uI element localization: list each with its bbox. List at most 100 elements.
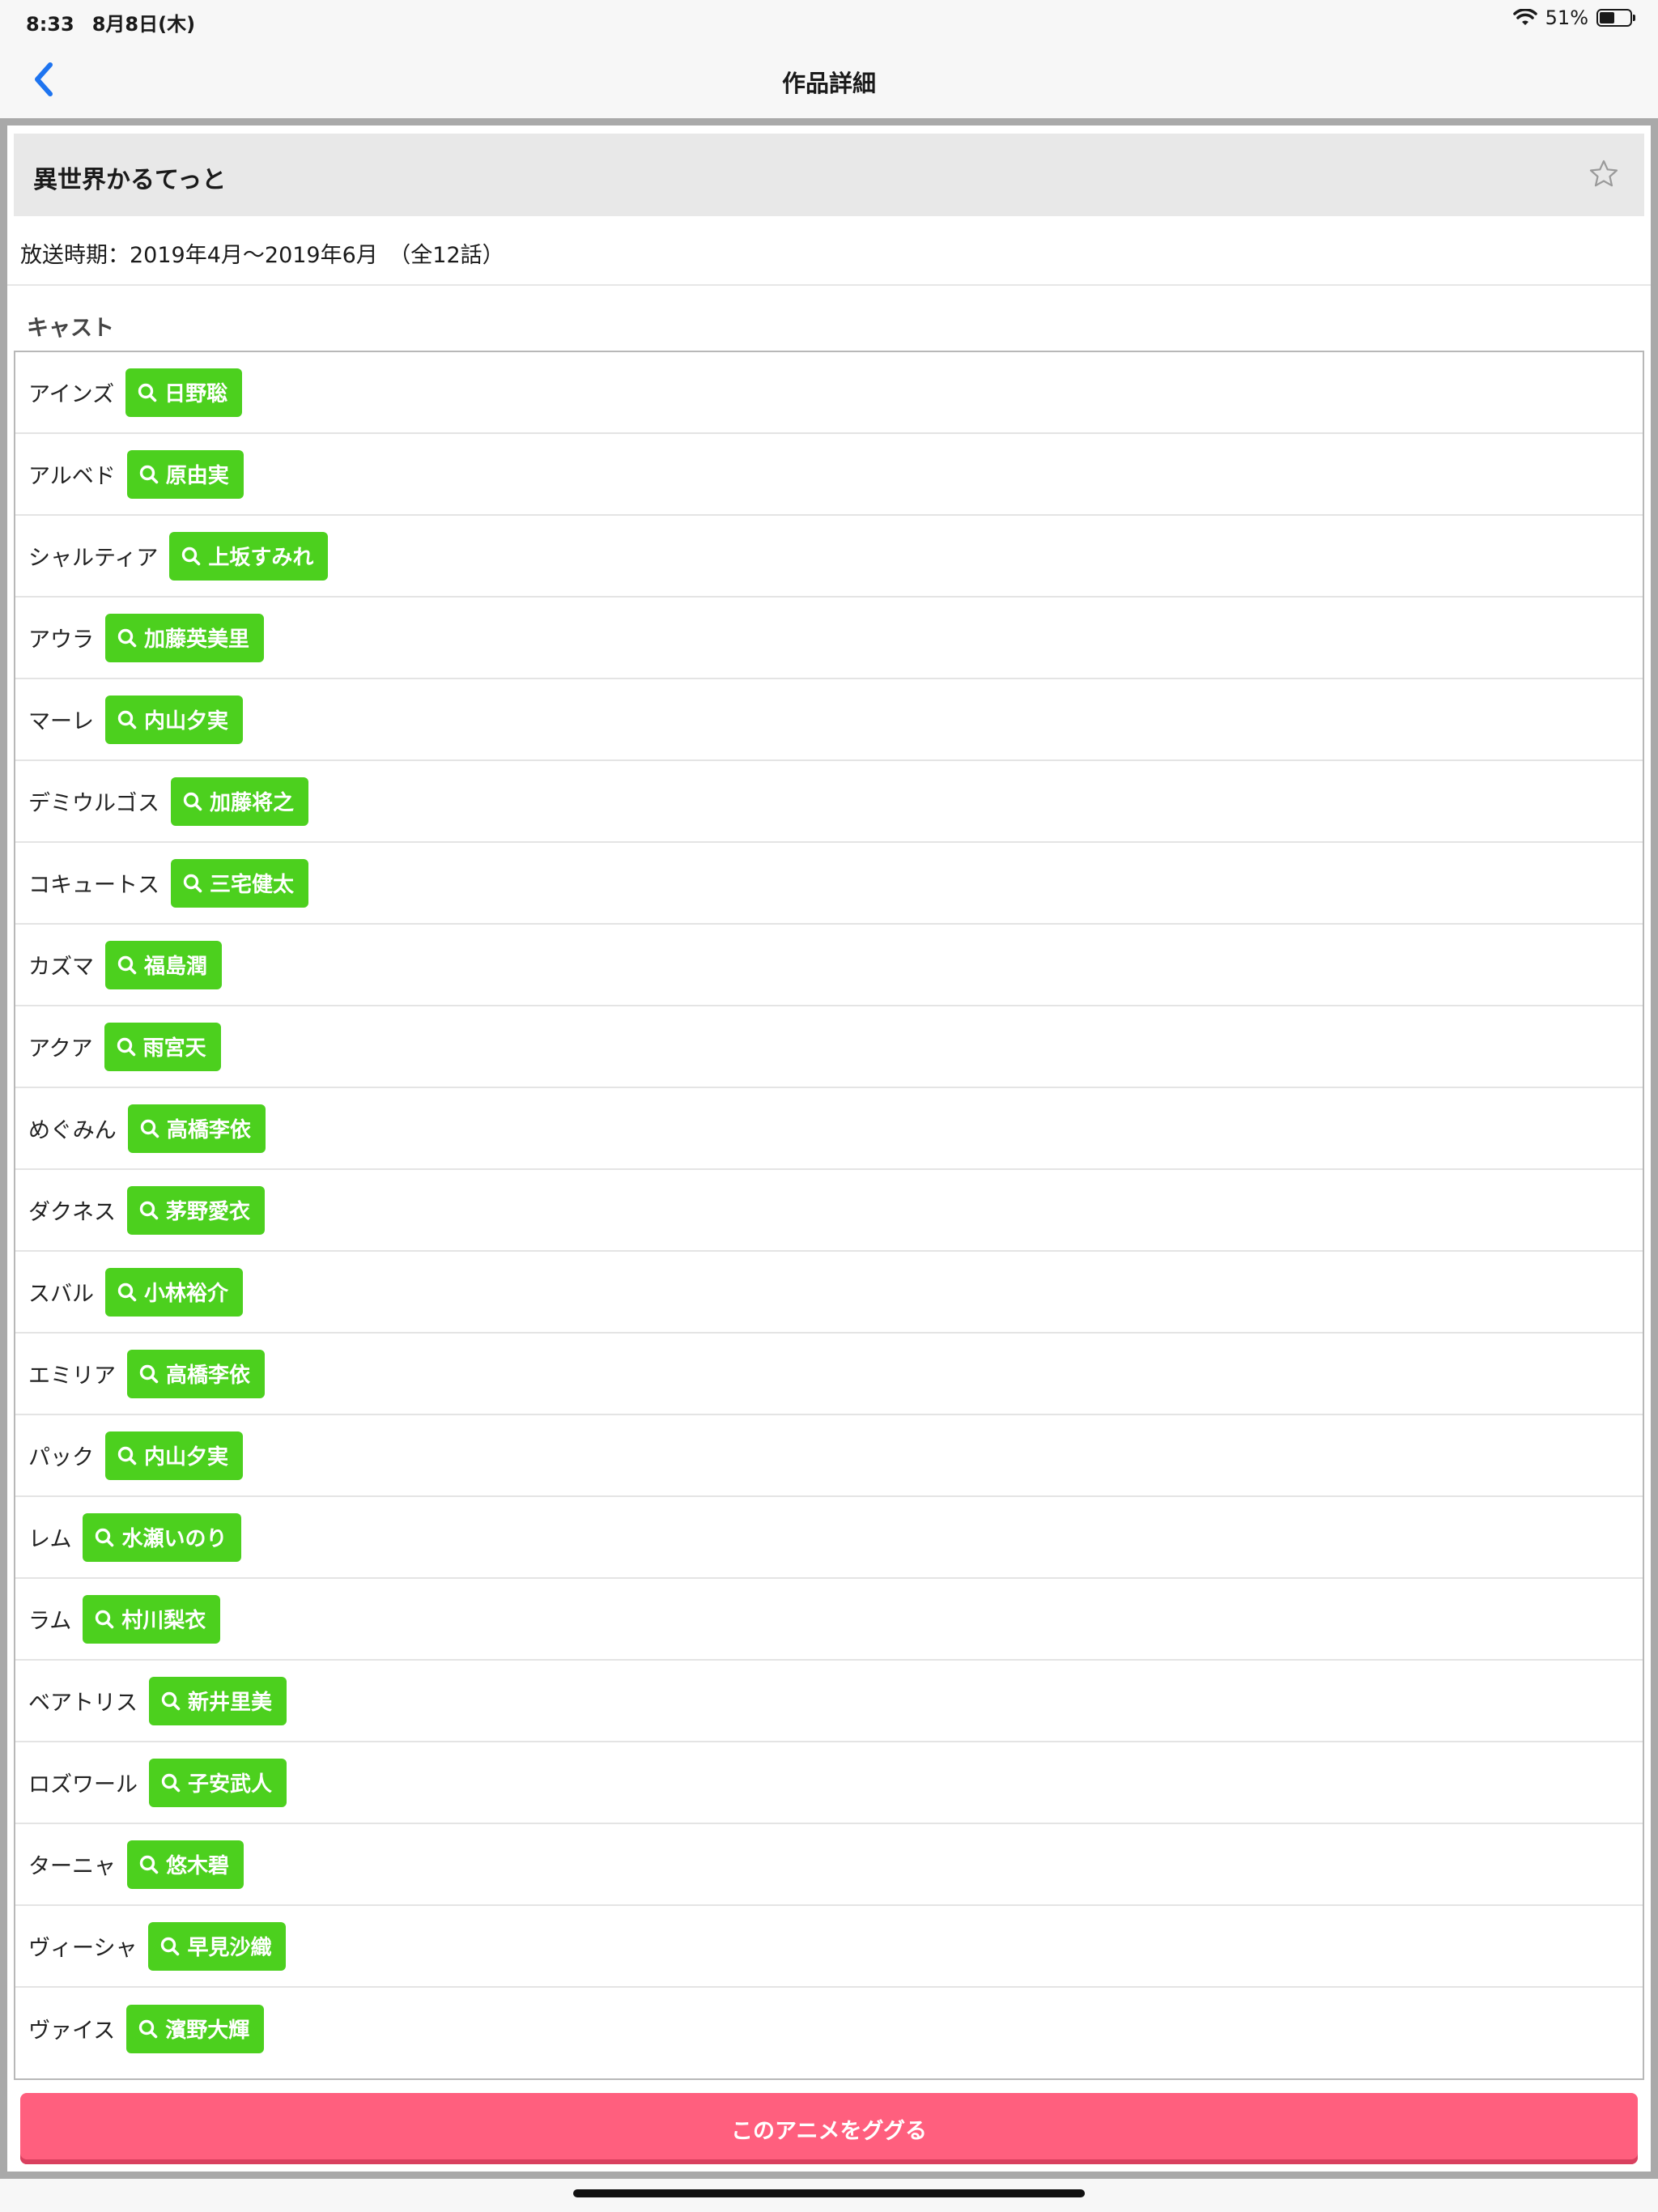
character-name: ヴァイス (28, 2018, 116, 2044)
search-icon (117, 1283, 137, 1301)
character-name: パック (28, 1445, 94, 1470)
character-name: ターニャ (28, 1854, 116, 1879)
character-name: ダクネス (28, 1200, 116, 1225)
broadcast-period: 放送時期：2019年4月〜2019年6月 （全12話） (20, 243, 504, 268)
voice-actor-name: 上坂すみれ (208, 546, 314, 570)
voice-actor-name: 高橋李依 (166, 1363, 251, 1388)
voice-actor-search-button[interactable]: 村川梨衣 (83, 1594, 221, 1644)
voice-actor-search-button[interactable]: 新井里美 (149, 1676, 287, 1725)
page-title: 作品詳細 (781, 70, 876, 97)
cast-row: コキュートス 三宅健太 (15, 843, 1643, 925)
cast-row: めぐみん 高橋李依 (15, 1088, 1643, 1170)
character-name: アウラ (28, 627, 94, 653)
cast-row: ターニャ 悠木碧 (15, 1824, 1643, 1906)
character-name: カズマ (28, 955, 94, 980)
cast-row: ベアトリス 新井里美 (15, 1661, 1643, 1742)
search-icon (140, 1119, 159, 1138)
voice-actor-search-button[interactable]: 加藤英美里 (105, 613, 265, 662)
voice-actor-search-button[interactable]: 高橋李依 (127, 1349, 266, 1398)
cast-row: アルベド 原由実 (15, 434, 1643, 516)
voice-actor-search-button[interactable]: 加藤将之 (171, 776, 309, 826)
status-date: 8月8日(木) (91, 13, 196, 36)
character-name: ヴィーシャ (28, 1936, 138, 1961)
home-indicator[interactable] (573, 2189, 1085, 2197)
cast-row: アインズ 日野聡 (15, 352, 1643, 434)
cast-list: アインズ 日野聡 アルベド 原由実 シャルティア 上坂すみれ アウラ 加藤英美里 マーレ 内山夕実… (14, 351, 1644, 2080)
voice-actor-name: 新井里美 (188, 1691, 273, 1715)
voice-actor-search-button[interactable]: 三宅健太 (171, 858, 309, 908)
battery-percent: 51% (1545, 6, 1588, 29)
battery-icon (1596, 9, 1635, 27)
cast-row: デミウルゴス 加藤将之 (15, 761, 1643, 843)
voice-actor-search-button[interactable]: 内山夕実 (105, 1431, 244, 1480)
search-icon (161, 1773, 181, 1792)
voice-actor-name: 濱野大輝 (165, 2018, 250, 2043)
search-icon (161, 1937, 180, 1955)
character-name: ベアトリス (28, 1691, 138, 1716)
search-icon (117, 1446, 137, 1465)
character-name: レム (28, 1527, 72, 1552)
voice-actor-name: 原由実 (165, 464, 229, 488)
voice-actor-search-button[interactable]: 小林裕介 (105, 1267, 244, 1317)
voice-actor-search-button[interactable]: 日野聡 (125, 368, 243, 417)
favorite-button[interactable] (1588, 158, 1620, 190)
cast-row: レム 水瀬いのり (15, 1497, 1643, 1579)
cast-row: シャルティア 上坂すみれ (15, 516, 1643, 598)
search-icon (139, 1201, 159, 1219)
voice-actor-search-button[interactable]: 雨宮天 (104, 1022, 221, 1071)
character-name: アクア (28, 1036, 93, 1061)
status-clock: 8:33 (26, 13, 74, 36)
voice-actor-name: 三宅健太 (210, 873, 295, 897)
voice-actor-search-button[interactable]: 水瀬いのり (83, 1512, 242, 1562)
cast-heading: キャスト (27, 316, 114, 341)
voice-actor-search-button[interactable]: 上坂すみれ (169, 531, 329, 581)
voice-actor-name: 悠木碧 (166, 1854, 230, 1878)
voice-actor-search-button[interactable]: 原由実 (126, 449, 244, 499)
google-search-button[interactable]: このアニメをググる (20, 2093, 1638, 2164)
status-time: 8:33 8月8日(木) (26, 8, 195, 36)
voice-actor-name: 小林裕介 (144, 1282, 229, 1306)
voice-actor-search-button[interactable]: 高橋李依 (127, 1104, 266, 1153)
search-icon (117, 955, 137, 974)
voice-actor-name: 早見沙織 (187, 1936, 272, 1960)
character-name: ラム (28, 1609, 72, 1634)
character-name: アインズ (28, 382, 115, 407)
cast-row: エミリア 高橋李依 (15, 1334, 1643, 1415)
voice-actor-name: 内山夕実 (144, 709, 229, 734)
voice-actor-search-button[interactable]: 内山夕実 (105, 695, 244, 744)
search-icon (161, 1691, 181, 1710)
voice-actor-search-button[interactable]: 茅野愛衣 (127, 1185, 266, 1235)
navigation-bar: 作品詳細 (0, 40, 1658, 118)
cast-row: ヴィーシャ 早見沙織 (15, 1906, 1643, 1988)
search-icon (96, 1610, 114, 1628)
character-name: マーレ (28, 709, 94, 734)
character-name: めぐみん (28, 1118, 117, 1143)
anime-title-row: 異世界かるてっと (14, 134, 1644, 216)
star-outline-icon (1589, 160, 1618, 187)
voice-actor-name: 水瀬いのり (121, 1527, 227, 1551)
status-right: 51% (1512, 6, 1635, 29)
character-name: コキュートス (28, 873, 159, 898)
search-icon (139, 465, 159, 483)
voice-actor-search-button[interactable]: 早見沙織 (148, 1921, 287, 1971)
voice-actor-search-button[interactable]: 福島潤 (105, 940, 223, 989)
voice-actor-name: 子安武人 (188, 1772, 273, 1797)
search-icon (138, 383, 157, 402)
character-name: シャルティア (28, 546, 159, 571)
cast-row: マーレ 内山夕実 (15, 679, 1643, 761)
character-name: スバル (28, 1282, 94, 1307)
cast-row: カズマ 福島潤 (15, 925, 1643, 1006)
voice-actor-name: 内山夕実 (144, 1445, 229, 1470)
character-name: エミリア (28, 1363, 116, 1389)
search-icon (96, 1528, 114, 1546)
voice-actor-search-button[interactable]: 濱野大輝 (126, 2004, 265, 2053)
voice-actor-search-button[interactable]: 子安武人 (149, 1758, 287, 1807)
cast-row: ヴァイス 濱野大輝 (15, 1988, 1643, 2069)
cast-row: アクア 雨宮天 (15, 1006, 1643, 1088)
search-icon (117, 710, 137, 729)
voice-actor-search-button[interactable]: 悠木碧 (127, 1840, 244, 1889)
character-name: デミウルゴス (28, 791, 159, 816)
cast-row: パック 内山夕実 (15, 1415, 1643, 1497)
cast-row: ダクネス 茅野愛衣 (15, 1170, 1643, 1252)
search-icon (182, 547, 201, 565)
